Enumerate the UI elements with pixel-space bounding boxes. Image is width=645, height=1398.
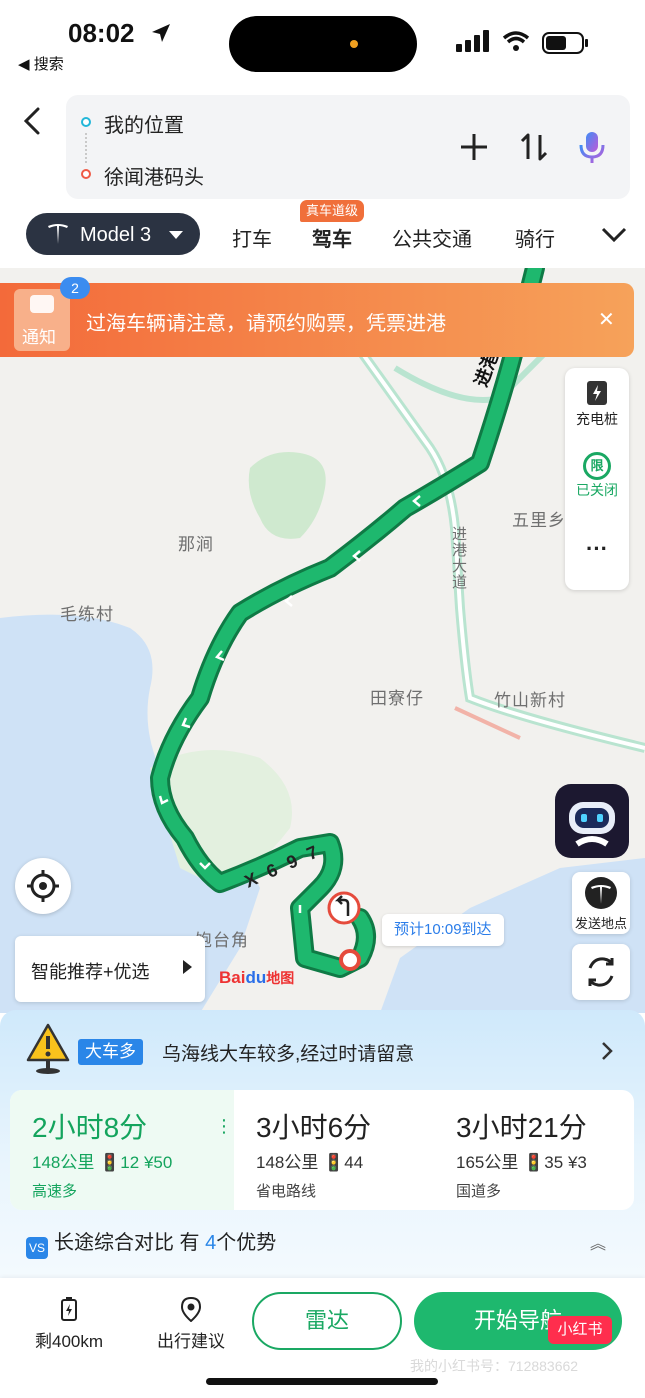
route-options: 2小时8分 ⋮ 148公里 🚦12 ¥50 高速多 3小时6分 148公里 🚦4… xyxy=(10,1090,634,1210)
origin-field[interactable]: 我的位置 xyxy=(104,109,184,138)
place-label: 那涧 xyxy=(178,535,214,554)
dynamic-island xyxy=(229,16,417,72)
add-waypoint-icon[interactable] xyxy=(456,129,492,165)
notice-icon: 通知 xyxy=(14,289,70,351)
lane-level-badge: 真车道级 xyxy=(300,200,365,222)
radar-button[interactable]: 雷达 xyxy=(252,1292,402,1350)
locate-me-button[interactable] xyxy=(15,858,71,914)
route-more-icon[interactable]: ⋮ xyxy=(215,1116,233,1137)
status-bar: 08:02 ◀ 搜索 xyxy=(0,0,645,80)
close-icon[interactable]: ✕ xyxy=(598,307,615,332)
place-label: 竹山新村 xyxy=(494,691,566,710)
vs-icon: VS xyxy=(26,1237,48,1259)
chevron-right-icon xyxy=(602,1042,613,1060)
notice-count-badge: 2 xyxy=(60,277,90,299)
ai-assistant-robot-icon[interactable] xyxy=(555,784,629,858)
battery-charge-icon xyxy=(61,1297,77,1321)
battery-range-button[interactable]: 剩400km xyxy=(24,1296,114,1352)
send-location-button[interactable]: 发送地点 xyxy=(572,872,630,934)
charging-station-button[interactable]: 充电桩 xyxy=(565,380,629,429)
more-tools-button[interactable]: ··· xyxy=(565,536,629,562)
charging-icon xyxy=(587,381,607,405)
eta-bubble: 预计10:09到达 xyxy=(382,914,504,946)
route-option-2[interactable]: 3小时6分 148公里 🚦44 省电路线 xyxy=(256,1090,436,1210)
home-indicator[interactable] xyxy=(206,1378,438,1385)
notice-text: 过海车辆请注意，请预约购票，凭票进港 xyxy=(86,313,446,335)
map-view[interactable]: X697 进港大道 那涧 毛练村 五里乡 田寮仔 竹山新村 饱台角 进港大道 通… xyxy=(0,268,645,1013)
alert-text: 乌海线大车较多,经过时请留意 xyxy=(162,1044,415,1065)
origin-dot-icon xyxy=(81,117,91,127)
place-label: 五里乡 xyxy=(512,511,566,530)
traffic-alert[interactable]: 大车多 乌海线大车较多,经过时请留意 xyxy=(0,1010,645,1088)
vehicle-label: Model 3 xyxy=(80,224,152,246)
caret-down-icon xyxy=(169,231,183,239)
chevron-up-icon[interactable]: ︽ xyxy=(590,1230,606,1254)
route-option-1[interactable]: 2小时8分 ⋮ 148公里 🚦12 ¥50 高速多 xyxy=(10,1090,234,1210)
refresh-icon xyxy=(588,957,614,987)
warning-icon xyxy=(26,1023,70,1074)
map-tools-panel: 充电桩 限 已关闭 ··· xyxy=(565,368,629,590)
place-label: 田寮仔 xyxy=(370,689,424,708)
wifi-icon xyxy=(502,31,530,51)
map-canvas: X697 进港大道 xyxy=(0,268,645,1013)
route-header: 我的位置 徐闻港码头 Model 3 打车 真车道级 驾车 公共交通 骑行 xyxy=(0,80,645,268)
caret-right-icon xyxy=(183,960,192,974)
tab-cycling[interactable]: 骑行 xyxy=(515,223,555,252)
battery-icon xyxy=(542,32,588,54)
route-option-3[interactable]: 3小时21分 165公里 🚦35 ¥3 国道多 xyxy=(456,1090,626,1210)
road-label: 进港大道 xyxy=(450,526,467,590)
route-input-box: 我的位置 徐闻港码头 xyxy=(66,95,630,199)
tesla-logo-icon xyxy=(585,877,617,909)
chevron-down-icon[interactable] xyxy=(600,222,628,246)
clock: 08:02 xyxy=(68,18,135,48)
traffic-limit-button[interactable]: 限 已关闭 xyxy=(565,452,629,500)
limit-icon: 限 xyxy=(583,452,611,480)
bottom-action-bar: 剩400km 出行建议 雷达 开始导航 小红书 我的小红书号：712883662 xyxy=(0,1278,645,1398)
tab-transit[interactable]: 公共交通 xyxy=(392,223,472,252)
route-sheet: 大车多 乌海线大车较多,经过时请留意 2小时8分 ⋮ 148公里 🚦12 ¥50… xyxy=(0,1010,645,1398)
voice-mic-icon[interactable] xyxy=(574,129,610,165)
cellular-signal-icon xyxy=(456,30,489,52)
location-pin-icon xyxy=(180,1296,202,1323)
traffic-light-icon: 🚦 xyxy=(523,1153,545,1172)
swap-route-icon[interactable] xyxy=(516,129,552,165)
tab-taxi[interactable]: 打车 xyxy=(232,223,272,252)
back-to-app-link[interactable]: ◀ 搜索 xyxy=(18,53,64,74)
vehicle-selector[interactable]: Model 3 xyxy=(26,213,200,255)
heavy-truck-tag: 大车多 xyxy=(78,1039,143,1065)
smart-recommend-button[interactable]: 智能推荐+优选 xyxy=(15,936,205,1002)
traffic-light-icon: 🚦 xyxy=(99,1153,121,1172)
refresh-route-button[interactable] xyxy=(572,944,630,1000)
xiaohongshu-watermark: 小红书 xyxy=(548,1316,612,1344)
crosshair-icon xyxy=(27,870,59,902)
ferry-notice-banner[interactable]: 通知 2 过海车辆请注意，请预约购票，凭票进港 ✕ xyxy=(0,277,634,357)
destination-dot-icon xyxy=(81,169,91,179)
baidu-map-logo: Baidu地图 xyxy=(219,968,295,987)
place-label: 毛练村 xyxy=(60,605,114,624)
watermark-text: 我的小红书号：712883662 xyxy=(410,1358,579,1374)
back-button[interactable] xyxy=(20,106,48,136)
tab-drive[interactable]: 驾车 xyxy=(312,223,352,252)
destination-field[interactable]: 徐闻港码头 xyxy=(104,161,204,190)
traffic-light-icon: 🚦 xyxy=(323,1153,345,1172)
location-arrow-icon xyxy=(152,24,170,42)
long-trip-compare[interactable]: VS 长途综合对比 有 4个优势 xyxy=(26,1226,276,1259)
tesla-logo-icon xyxy=(48,224,68,244)
trip-advice-button[interactable]: 出行建议 xyxy=(146,1296,236,1352)
travel-mode-tabs: Model 3 打车 真车道级 驾车 公共交通 骑行 xyxy=(0,200,645,268)
